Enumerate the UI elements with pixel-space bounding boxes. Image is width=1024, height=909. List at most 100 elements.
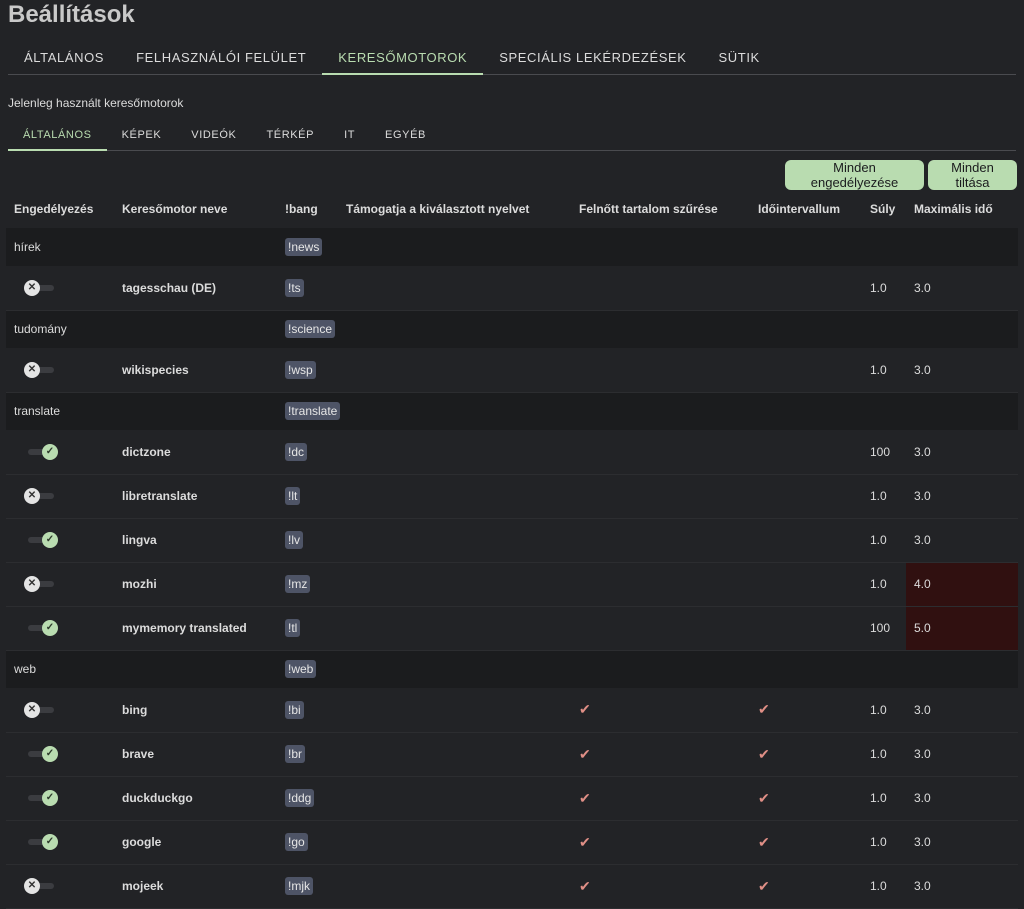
engine-timeout: 3.0 (906, 864, 1018, 909)
engine-row: ✓ lingva !lv 1.0 3.0 (6, 518, 1018, 563)
check-icon: ✔ (579, 833, 591, 850)
engine-bang-cell: !mz (277, 562, 338, 607)
safesearch-cell: ✔ (571, 688, 750, 733)
tab-special-queries[interactable]: SPECIÁLIS LEKÉRDEZÉSEK (483, 42, 702, 75)
subtab-it[interactable]: IT (329, 120, 370, 151)
time-range-cell (750, 606, 862, 651)
engine-toggle[interactable]: ✕ (24, 487, 58, 505)
column-header-safesearch: Felnőtt tartalom szűrése (579, 202, 718, 216)
language-support-cell (338, 688, 571, 733)
time-range-cell (750, 474, 862, 519)
subtab-videos[interactable]: VIDEÓK (176, 120, 251, 151)
safesearch-cell: ✔ (571, 820, 750, 865)
time-range-cell: ✔ (750, 864, 862, 909)
engine-bang-cell: !bi (277, 688, 338, 733)
check-icon: ✓ (42, 834, 58, 850)
empty-cell (906, 650, 1018, 688)
engine-weight: 1.0 (862, 348, 906, 393)
engine-toggle[interactable]: ✕ (24, 877, 58, 895)
check-icon: ✓ (42, 790, 58, 806)
tab-general[interactable]: ÁLTALÁNOS (8, 42, 120, 75)
language-support-cell (338, 820, 571, 865)
engine-bang-cell: !dc (277, 430, 338, 475)
engine-name: lingva (114, 518, 277, 563)
engine-timeout: 3.0 (906, 266, 1018, 311)
empty-cell (571, 650, 750, 688)
engine-bang: !bi (285, 700, 304, 719)
x-icon: ✕ (24, 701, 40, 718)
engine-bang-cell: !lv (277, 518, 338, 563)
toggle-cell: ✓ (6, 820, 114, 865)
engine-weight: 100 (862, 430, 906, 475)
safesearch-cell (571, 606, 750, 651)
enable-all-button[interactable]: Minden engedélyezése (785, 160, 924, 190)
engine-row: ✕ tagesschau (DE) !ts 1.0 3.0 (6, 266, 1018, 311)
time-range-cell (750, 430, 862, 475)
engine-timeout: 3.0 (906, 518, 1018, 563)
column-header-time-range: Időintervallum (758, 202, 841, 216)
table-header-row: Engedélyezés Keresőmotor neve !bang Támo… (6, 190, 1018, 228)
category-bang: !translate (285, 402, 341, 421)
engine-weight: 1.0 (862, 732, 906, 777)
engine-row: ✕ mojeek !mjk ✔ ✔ 1.0 3.0 (6, 864, 1018, 909)
engine-toggle[interactable]: ✓ (24, 443, 58, 461)
toggle-cell: ✓ (6, 606, 114, 651)
engine-bang: !mz (285, 575, 311, 593)
check-icon: ✓ (42, 620, 58, 636)
toggle-cell: ✕ (6, 864, 114, 909)
engine-bang-cell: !ddg (277, 776, 338, 821)
engine-row: ✓ brave !br ✔ ✔ 1.0 3.0 (6, 732, 1018, 777)
engine-timeout: 3.0 (906, 732, 1018, 777)
language-support-cell (338, 864, 571, 909)
tab-user-interface[interactable]: FELHASZNÁLÓI FELÜLET (120, 42, 322, 75)
subtab-map[interactable]: TÉRKÉP (251, 120, 329, 151)
engine-toggle[interactable]: ✓ (24, 789, 58, 807)
engine-timeout: 5.0 (906, 606, 1018, 651)
engines-table-body: hírek !news ✕ tagesschau (DE) !ts 1.0 3.0 tudom… (6, 228, 1018, 909)
engine-name: mozhi (114, 562, 277, 607)
safesearch-cell (571, 518, 750, 563)
subtab-images[interactable]: KÉPEK (107, 120, 177, 151)
engine-toggle[interactable]: ✕ (24, 575, 58, 593)
empty-cell (862, 228, 906, 266)
engine-name: google (114, 820, 277, 865)
engine-bang-cell: !wsp (277, 348, 338, 393)
engine-toggle[interactable]: ✕ (24, 279, 58, 297)
engine-toggle[interactable]: ✓ (24, 745, 58, 763)
engine-bang: !tl (285, 619, 301, 637)
safesearch-cell: ✔ (571, 864, 750, 909)
empty-cell (750, 392, 862, 430)
engine-name: duckduckgo (114, 776, 277, 821)
toggle-cell: ✓ (6, 776, 114, 821)
engine-toggle[interactable]: ✕ (24, 361, 58, 379)
category-tabs: ÁLTALÁNOS KÉPEK VIDEÓK TÉRKÉP IT EGYÉB (8, 120, 1016, 151)
subtab-other[interactable]: EGYÉB (370, 120, 441, 151)
time-range-cell (750, 562, 862, 607)
safesearch-cell (571, 266, 750, 311)
time-range-cell (750, 348, 862, 393)
engine-bang: !br (285, 745, 306, 763)
engine-toggle[interactable]: ✓ (24, 531, 58, 549)
check-icon: ✔ (758, 833, 770, 850)
engine-bang: !lt (285, 487, 301, 505)
category-row: web !web (6, 650, 1018, 688)
engine-toggle[interactable]: ✕ (24, 701, 58, 719)
engine-toggle[interactable]: ✓ (24, 833, 58, 851)
safesearch-cell: ✔ (571, 732, 750, 777)
empty-cell (906, 392, 1018, 430)
column-header-language-support: Támogatja a kiválasztott nyelvet (346, 202, 530, 216)
time-range-cell: ✔ (750, 776, 862, 821)
tab-search-engines[interactable]: KERESŐMOTOROK (322, 42, 484, 75)
empty-cell (571, 392, 750, 430)
toggle-cell: ✓ (6, 430, 114, 475)
engine-bang: !ts (285, 278, 304, 297)
engine-toggle[interactable]: ✓ (24, 619, 58, 637)
engine-weight: 1.0 (862, 688, 906, 733)
tab-cookies[interactable]: SÜTIK (703, 42, 776, 75)
subtab-general[interactable]: ÁLTALÁNOS (8, 120, 107, 151)
empty-cell (906, 228, 1018, 266)
disable-all-button[interactable]: Minden tiltása (928, 160, 1017, 190)
engine-bang-cell: !lt (277, 474, 338, 519)
category-name: web (6, 650, 114, 688)
category-row: tudomány !science (6, 310, 1018, 348)
